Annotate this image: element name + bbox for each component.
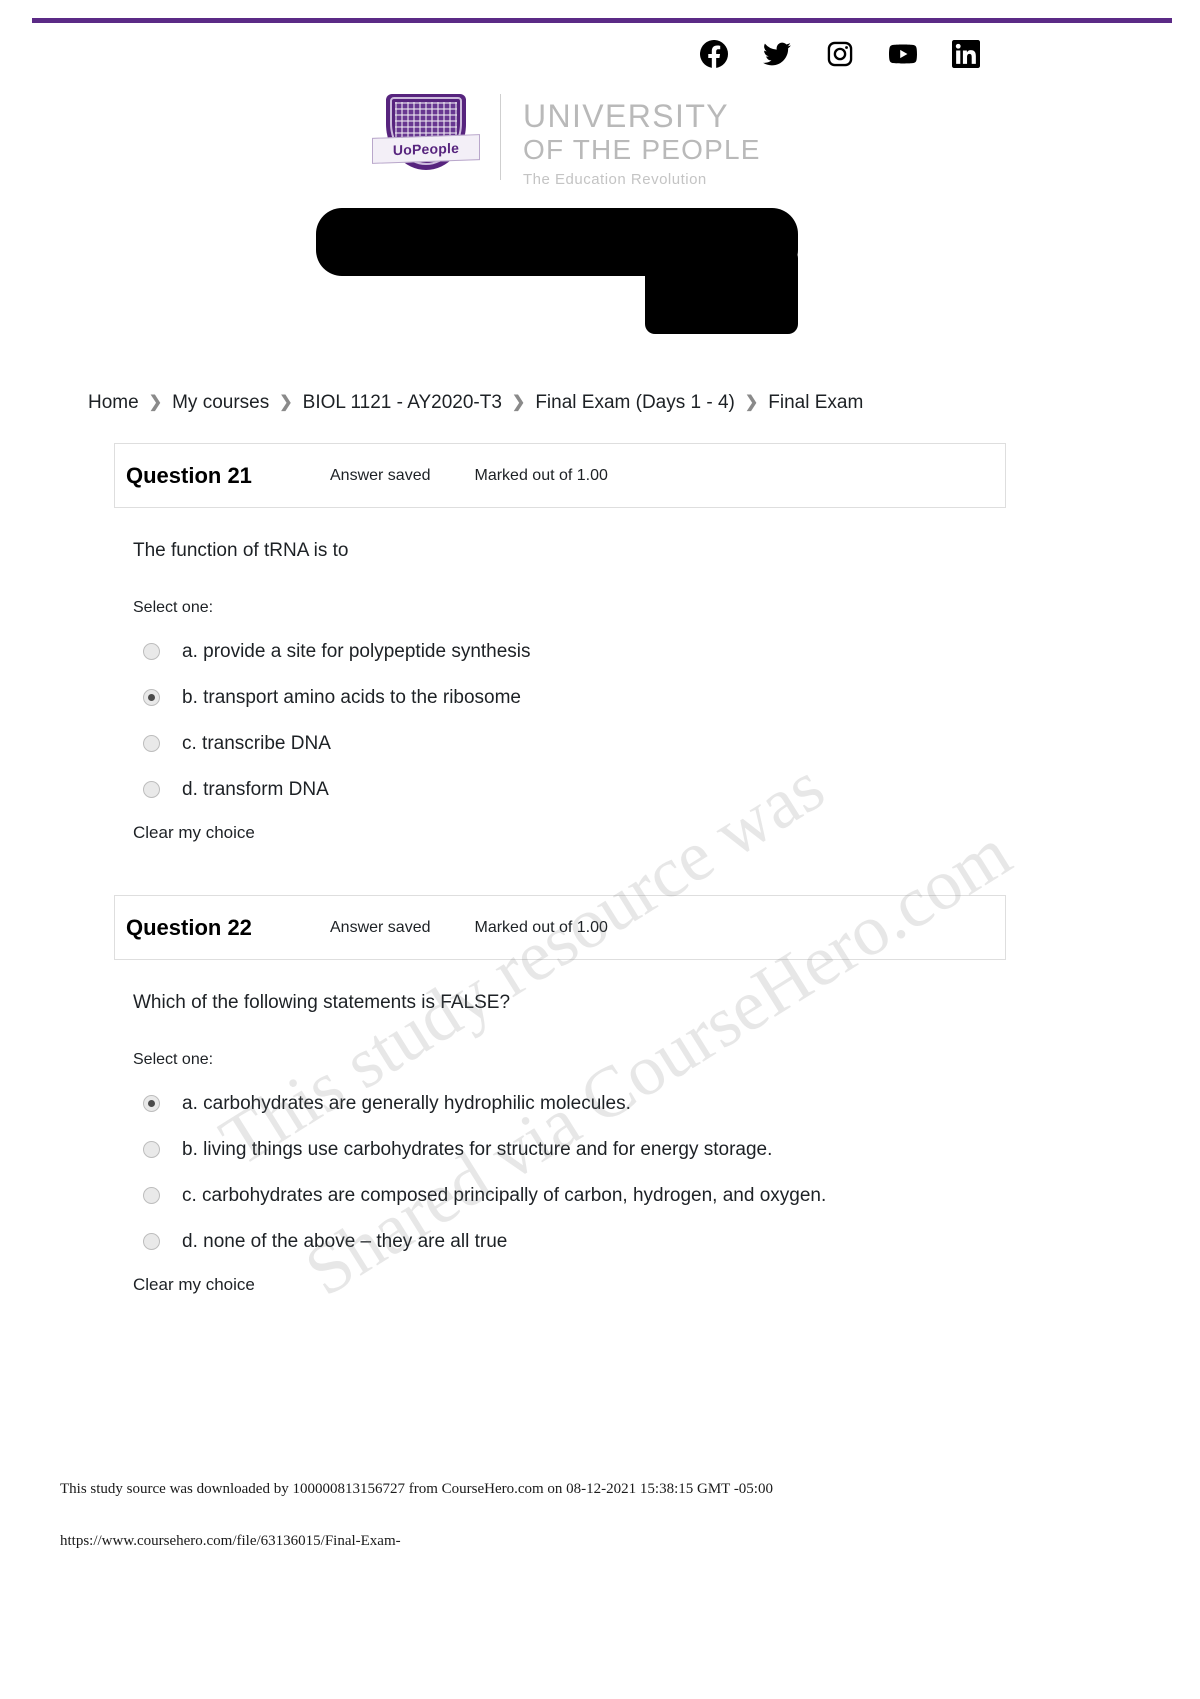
radio-icon[interactable]: [143, 781, 160, 799]
select-one-label: Select one:: [133, 598, 214, 616]
answer-option-label: c. carbohydrates are composed principall…: [182, 1184, 827, 1206]
answer-option-label: b. living things use carbohydrates for s…: [182, 1138, 773, 1160]
breadcrumb-item-my-courses[interactable]: My courses: [172, 392, 269, 414]
answer-option-d[interactable]: d. transform DNA: [133, 767, 1006, 813]
question-header: Question 21 Answer saved Marked out of 1…: [114, 443, 1006, 508]
answer-option-label: a. provide a site for polypeptide synthe…: [182, 640, 531, 662]
answer-option-a[interactable]: a. carbohydrates are generally hydrophil…: [133, 1081, 1006, 1127]
breadcrumb: Home ❯ My courses ❯ BIOL 1121 - AY2020-T…: [88, 392, 863, 414]
answer-option-label: c. transcribe DNA: [182, 732, 331, 754]
answer-option-b[interactable]: b. transport amino acids to the ribosome: [133, 675, 1006, 721]
question-text: Which of the following statements is FAL…: [133, 992, 511, 1013]
answer-option-label: a. carbohydrates are generally hydrophil…: [182, 1092, 631, 1114]
facebook-icon[interactable]: [700, 40, 728, 68]
answer-option-label: b. transport amino acids to the ribosome: [182, 686, 522, 708]
chevron-right-icon: ❯: [279, 394, 293, 411]
question-header: Question 22 Answer saved Marked out of 1…: [114, 895, 1006, 960]
question-state: Answer saved: [330, 918, 431, 936]
question-body: The function of tRNA is to Select one: a…: [114, 508, 1006, 843]
question-block-21: Question 21 Answer saved Marked out of 1…: [114, 443, 1006, 843]
answer-option-label: d. none of the above – they are all true: [182, 1230, 508, 1252]
question-title: Question 22: [126, 914, 252, 940]
breadcrumb-item-home[interactable]: Home: [88, 392, 139, 414]
question-title: Question 21: [126, 462, 252, 488]
chevron-right-icon: ❯: [511, 394, 526, 411]
instagram-icon[interactable]: [826, 40, 854, 68]
answer-options: a. carbohydrates are generally hydrophil…: [133, 1081, 1006, 1265]
answer-option-label: d. transform DNA: [182, 778, 329, 800]
chevron-right-icon: ❯: [744, 394, 759, 411]
shield-wordmark: UoPeople: [392, 139, 460, 159]
linkedin-icon[interactable]: [952, 40, 980, 68]
logo-line-1: UNIVERSITY: [523, 98, 730, 134]
radio-icon[interactable]: [143, 1233, 160, 1251]
answer-option-b[interactable]: b. living things use carbohydrates for s…: [133, 1127, 1006, 1173]
answer-option-c[interactable]: c. transcribe DNA: [133, 721, 1006, 767]
question-body: Which of the following statements is FAL…: [114, 960, 1006, 1295]
breadcrumb-item-current: Final Exam: [768, 392, 864, 413]
radio-icon-selected[interactable]: [143, 689, 160, 707]
redaction-block-subtitle: [645, 248, 798, 334]
answer-option-a[interactable]: a. provide a site for polypeptide synthe…: [133, 629, 1006, 675]
radio-icon[interactable]: [143, 643, 160, 661]
radio-icon[interactable]: [143, 1187, 160, 1205]
question-state: Answer saved: [330, 466, 431, 484]
question-block-22: Question 22 Answer saved Marked out of 1…: [114, 895, 1006, 1295]
uopeople-logo: UoPeople UNIVERSITY OF THE PEOPLE The Ed…: [372, 92, 761, 188]
question-marks: Marked out of 1.00: [474, 466, 608, 484]
clear-my-choice-button[interactable]: Clear my choice: [133, 1275, 1006, 1295]
top-accent-bar: [32, 18, 1172, 23]
breadcrumb-item-exam-section[interactable]: Final Exam (Days 1 - 4): [535, 392, 735, 414]
radio-icon-selected[interactable]: [143, 1095, 160, 1113]
shield-icon: UoPeople: [372, 92, 480, 184]
breadcrumb-item-course[interactable]: BIOL 1121 - AY2020-T3: [303, 392, 502, 414]
logo-divider: [500, 94, 501, 180]
source-url: https://www.coursehero.com/file/63136015…: [60, 1533, 401, 1549]
answer-option-c[interactable]: c. carbohydrates are composed principall…: [133, 1173, 1006, 1219]
question-text: The function of tRNA is to: [133, 540, 349, 561]
logo-tagline: The Education Revolution: [523, 170, 707, 188]
social-links: [700, 40, 980, 68]
youtube-icon[interactable]: [889, 40, 917, 68]
question-marks: Marked out of 1.00: [474, 918, 608, 936]
twitter-icon[interactable]: [763, 40, 791, 68]
download-note: This study source was downloaded by 1000…: [60, 1481, 773, 1497]
radio-icon[interactable]: [143, 735, 160, 753]
logo-line-2: OF THE PEOPLE: [523, 134, 761, 166]
answer-options: a. provide a site for polypeptide synthe…: [133, 629, 1006, 813]
answer-option-d[interactable]: d. none of the above – they are all true: [133, 1219, 1006, 1265]
select-one-label: Select one:: [133, 1050, 214, 1068]
clear-my-choice-button[interactable]: Clear my choice: [133, 823, 1006, 843]
chevron-right-icon: ❯: [148, 394, 163, 411]
radio-icon[interactable]: [143, 1141, 160, 1159]
